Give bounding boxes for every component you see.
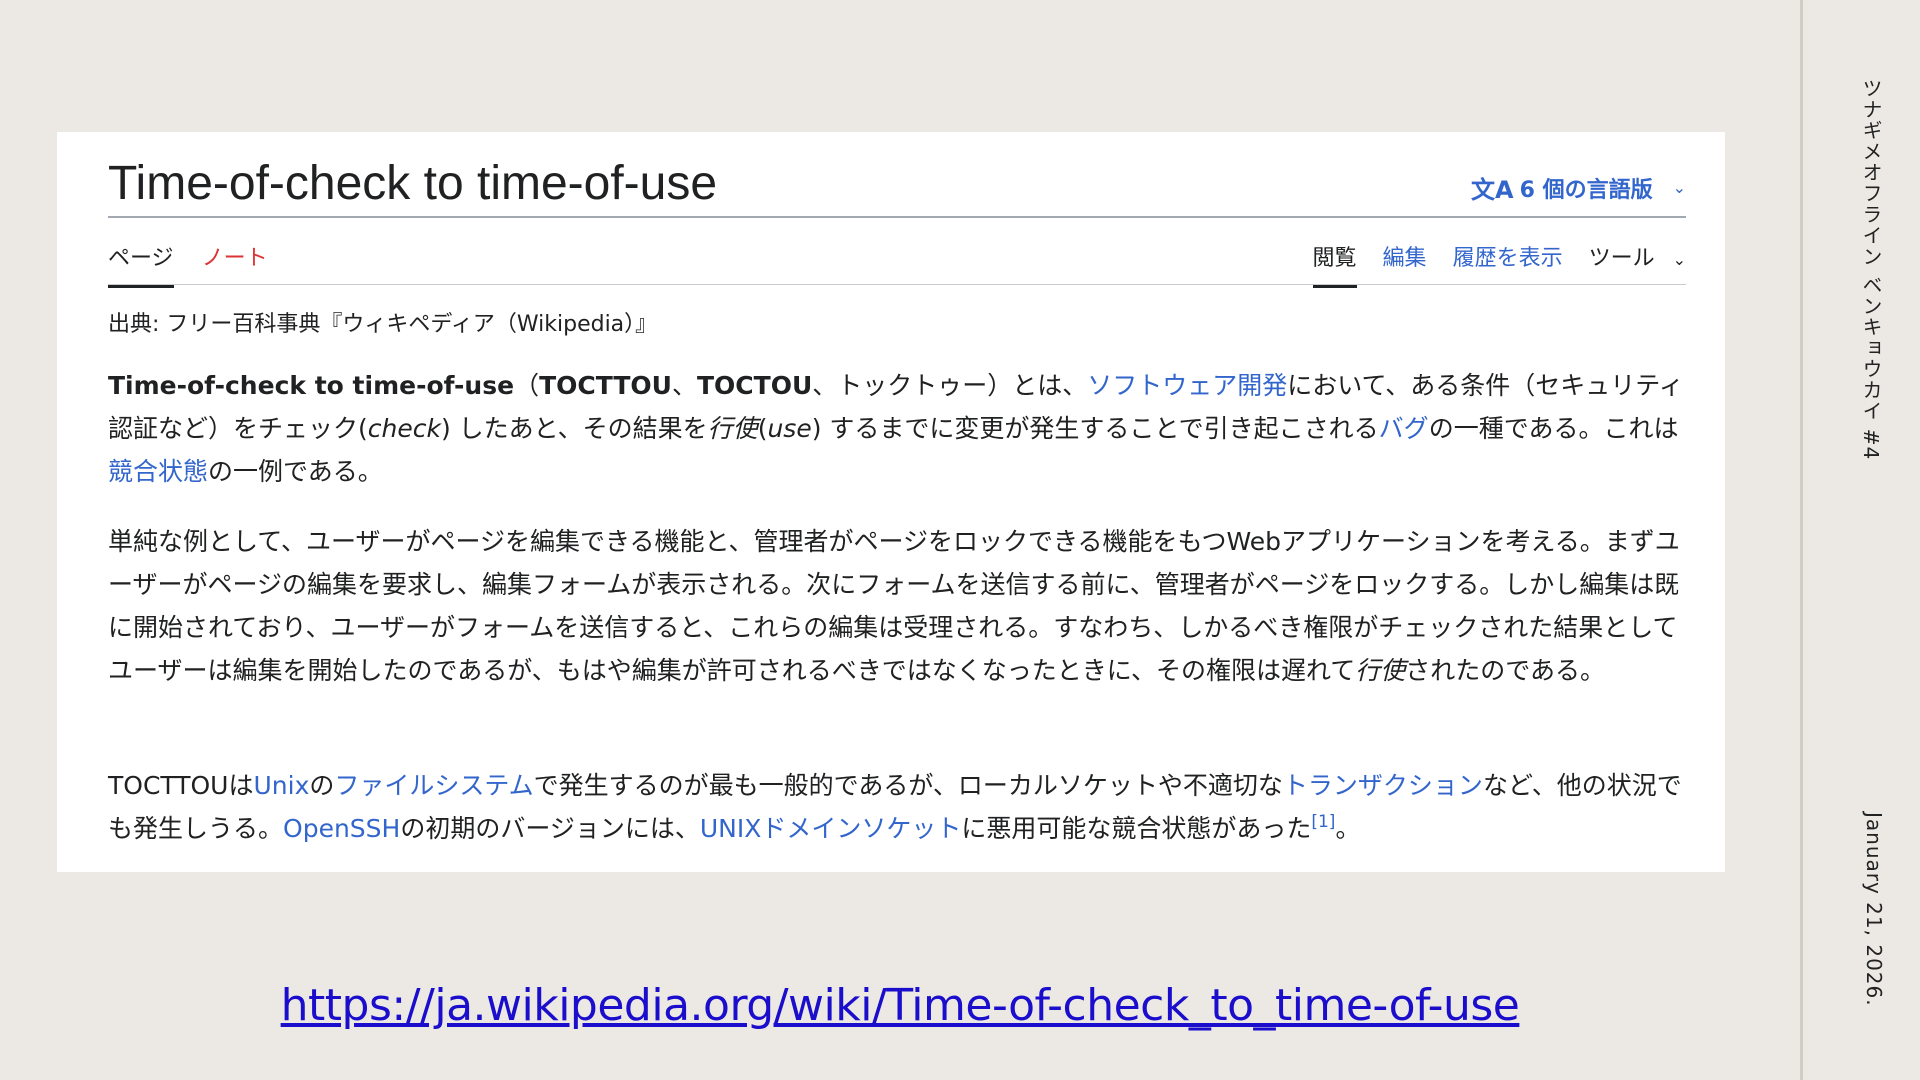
source-line: 出典: フリー百科事典『ウィキペディア（Wikipedia）』 bbox=[108, 312, 658, 337]
link-transaction[interactable]: トランザクション bbox=[1283, 771, 1483, 800]
link-unix[interactable]: Unix bbox=[253, 771, 309, 800]
language-count: 6 個の言語版 bbox=[1519, 177, 1653, 203]
tab-talk[interactable]: ノート bbox=[202, 240, 268, 286]
source-url-link[interactable]: https://ja.wikipedia.org/wiki/Time-of-ch… bbox=[0, 980, 1800, 1031]
tab-tools[interactable]: ツール ⌄ bbox=[1589, 240, 1686, 286]
tabs-divider bbox=[108, 284, 1686, 285]
link-race-condition[interactable]: 競合状態 bbox=[108, 457, 208, 486]
chevron-down-icon: ⌄ bbox=[1672, 250, 1686, 269]
text: されたのである。 bbox=[1405, 656, 1606, 685]
paragraph-1: Time-of-check to time-of-use（TOCTTOU、TOC… bbox=[108, 364, 1686, 493]
reference-link[interactable]: [1] bbox=[1311, 812, 1335, 832]
link-openssh[interactable]: OpenSSH bbox=[283, 814, 400, 843]
text: ) するまでに変更が発生することで引き起こされる bbox=[811, 414, 1379, 443]
text: ( bbox=[757, 414, 768, 443]
text: 。 bbox=[1335, 814, 1361, 843]
text: に悪用可能な競合状態があった bbox=[961, 814, 1312, 843]
language-selector[interactable]: 文A 6 個の言語版 ⌄ bbox=[1471, 170, 1686, 205]
text: の一種である。これは bbox=[1428, 414, 1679, 443]
text: の一例である。 bbox=[208, 457, 383, 486]
link-unix-domain-socket[interactable]: UNIXドメインソケット bbox=[700, 814, 962, 843]
wikipedia-screenshot: Time-of-check to time-of-use 文A 6 個の言語版 … bbox=[57, 132, 1725, 872]
tab-history[interactable]: 履歴を表示 bbox=[1453, 240, 1563, 286]
italic-term: check bbox=[367, 414, 441, 443]
text: 、トックトゥー）とは、 bbox=[812, 371, 1088, 400]
title-divider bbox=[108, 216, 1686, 218]
text: の bbox=[309, 771, 335, 800]
italic-term: use bbox=[767, 414, 812, 443]
text: 、 bbox=[671, 371, 697, 400]
sidebar-divider bbox=[1800, 0, 1803, 1080]
bold-term: Time-of-check to time-of-use bbox=[108, 371, 515, 400]
paragraph-3: TOCTTOUはUnixのファイルシステムで発生するのが最も一般的であるが、ロー… bbox=[108, 764, 1686, 850]
slide: Time-of-check to time-of-use 文A 6 個の言語版 … bbox=[0, 0, 1920, 1080]
view-tabs: 閲覧 編集 履歴を表示 ツール ⌄ bbox=[1312, 240, 1686, 288]
text: の初期のバージョンには、 bbox=[400, 814, 700, 843]
tools-label: ツール bbox=[1588, 246, 1655, 271]
text: で発生するのが最も一般的であるが、ローカルソケットや不適切な bbox=[533, 771, 1283, 800]
page-title: Time-of-check to time-of-use bbox=[108, 157, 718, 210]
italic-term: 行使 bbox=[1355, 656, 1406, 685]
namespace-tabs: ページ ノート bbox=[108, 240, 268, 288]
link-bug[interactable]: バグ bbox=[1379, 414, 1429, 443]
article-content: Time-of-check to time-of-use 文A 6 個の言語版 … bbox=[108, 132, 1686, 872]
chevron-down-icon: ⌄ bbox=[1672, 178, 1686, 197]
italic-term: 行使 bbox=[707, 414, 758, 443]
event-date: January 21, 2026. bbox=[1862, 812, 1886, 1007]
link-software-development[interactable]: ソフトウェア開発 bbox=[1087, 371, 1287, 400]
bold-term: TOCTTOU bbox=[539, 371, 672, 400]
paragraph-2: 単純な例として、ユーザーがページを編集できる機能と、管理者がページをロックできる… bbox=[108, 520, 1686, 692]
translate-icon: 文A bbox=[1471, 176, 1514, 204]
tab-page[interactable]: ページ bbox=[108, 240, 174, 288]
text: ) したあと、その結果を bbox=[440, 414, 708, 443]
tab-read[interactable]: 閲覧 bbox=[1312, 240, 1357, 288]
bold-term: TOCTOU bbox=[697, 371, 813, 400]
link-file-system[interactable]: ファイルシステム bbox=[334, 771, 533, 800]
text: （ bbox=[514, 371, 540, 400]
event-title: ツナギメオフライン ベンキョウカイ #4 bbox=[1859, 78, 1883, 461]
tab-edit[interactable]: 編集 bbox=[1383, 240, 1427, 286]
text: TOCTTOUは bbox=[108, 771, 254, 800]
